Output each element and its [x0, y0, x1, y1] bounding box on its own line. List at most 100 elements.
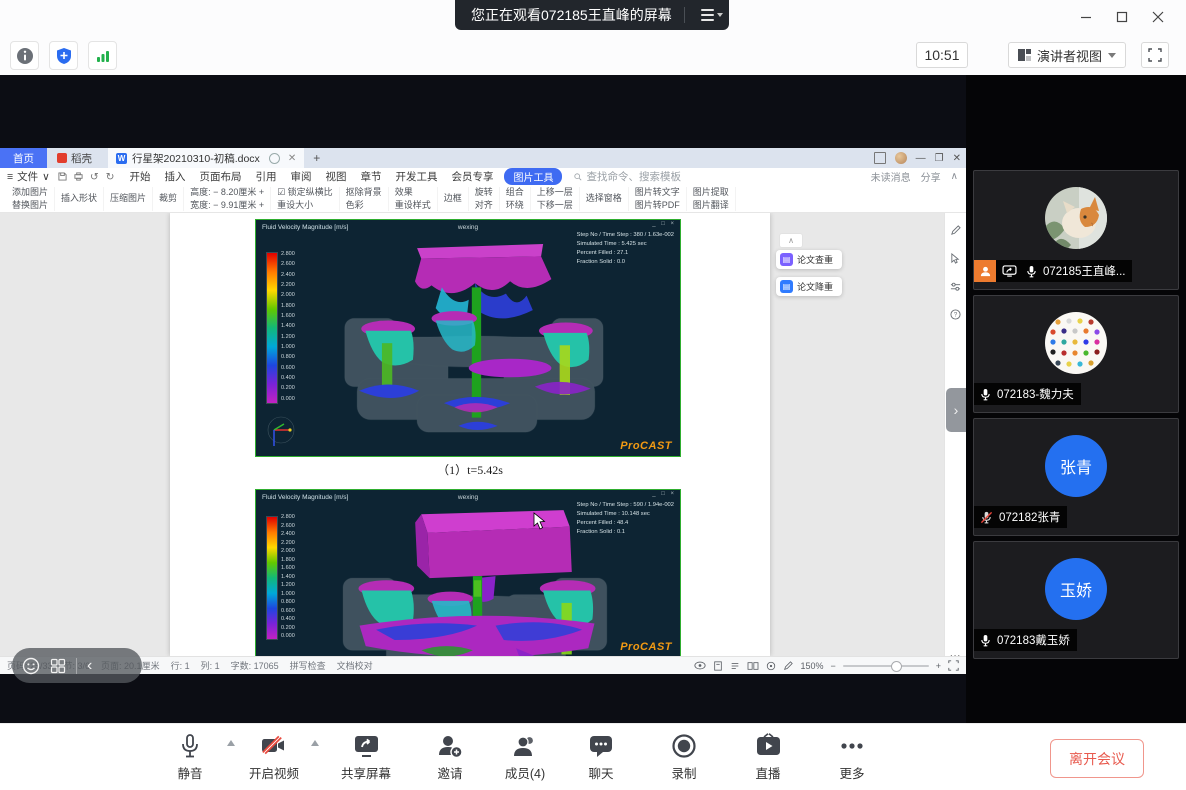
meeting-info-button[interactable] [10, 41, 39, 70]
start-video-button[interactable]: 开启视频 [238, 732, 310, 782]
ribbon-collapse-icon[interactable]: ∧ [951, 171, 958, 182]
menu-item[interactable]: 审阅 [283, 169, 318, 184]
apps-icon[interactable] [50, 658, 66, 674]
chat-button[interactable]: 聊天 [566, 732, 636, 782]
collapse-left-icon[interactable]: ‹ [87, 657, 92, 675]
live-button[interactable]: 直播 [732, 732, 804, 782]
ribbon-item[interactable]: 旋转 对齐 [469, 187, 500, 211]
ribbon-item[interactable]: 图片转文字 图片转PDF [629, 187, 687, 211]
network-quality-button[interactable] [88, 41, 117, 70]
ribbon-item[interactable]: 抠除背景 色彩 [340, 187, 389, 211]
menubar-right-item[interactable]: 未读消息 [871, 169, 911, 184]
reaction-overlay-bar[interactable]: ‹ [12, 648, 142, 683]
meeting-menu-button[interactable] [695, 0, 729, 30]
status-item[interactable]: 文档校对 [337, 659, 373, 672]
more-tools-icon[interactable]: ⋯ [950, 649, 962, 656]
print-icon[interactable] [74, 172, 83, 181]
ribbon-item[interactable]: 图片提取 图片翻译 [687, 187, 736, 211]
invite-button[interactable]: 邀请 [418, 732, 482, 782]
more-button[interactable]: 更多 [816, 732, 888, 782]
ribbon-item[interactable]: 添加图片 替换图片 [6, 187, 55, 211]
menu-item[interactable]: 开发工具 [388, 169, 444, 184]
focus-view-icon[interactable] [766, 661, 776, 671]
multipage-view-icon[interactable] [747, 661, 759, 671]
wps-user-avatar[interactable] [895, 152, 907, 164]
participant-tile-1[interactable]: 072185王直峰... [973, 170, 1179, 290]
leave-meeting-button[interactable]: 离开会议 [1050, 739, 1144, 778]
fit-page-icon[interactable] [948, 660, 959, 671]
ribbon-item[interactable]: 裁剪 [153, 187, 184, 211]
ribbon-item[interactable]: 压缩图片 [104, 187, 153, 211]
ribbon-item[interactable]: 插入形状 [55, 187, 104, 211]
save-icon[interactable] [58, 172, 67, 181]
eye-protect-icon[interactable] [694, 661, 706, 670]
ribbon-item[interactable]: ☑ 锁定纵横比 重设大小 [271, 187, 340, 211]
ribbon-item[interactable]: 上移一层 下移一层 [531, 187, 580, 211]
wps-restore-button[interactable]: ❐ [935, 153, 944, 164]
procast-image-2[interactable]: Fluid Velocity Magnitude [m/s] wexing _ … [255, 489, 681, 656]
undo-icon[interactable]: ↺ [90, 171, 99, 183]
members-button[interactable]: 成员(4) [490, 732, 560, 782]
status-item[interactable]: 列: 1 [201, 659, 220, 672]
redo-icon[interactable]: ↻ [106, 171, 115, 183]
ribbon-item[interactable]: 组合 环绕 [500, 187, 531, 211]
sidebar-collapse-handle[interactable]: › [946, 388, 966, 432]
picture-tools-tab[interactable]: 图片工具 [504, 168, 562, 185]
wps-minimize-button[interactable]: — [916, 153, 926, 164]
ribbon-item[interactable]: 效果 重设样式 [389, 187, 438, 211]
wps-docer-tab[interactable]: 稻壳 [47, 151, 102, 166]
participant-tile-4[interactable]: 玉娇 072183戴玉娇 [973, 541, 1179, 659]
select-tool-icon[interactable] [950, 253, 961, 264]
adjust-tool-icon[interactable] [950, 281, 961, 292]
menubar-right-item[interactable]: 分享 [921, 169, 941, 184]
pen-tool-icon[interactable] [950, 225, 961, 236]
menu-item[interactable]: 会员专享 [444, 169, 500, 184]
menu-item[interactable]: 插入 [157, 169, 192, 184]
ribbon-item[interactable]: 高度: − 8.20厘米 + 宽度: − 9.91厘米 + [184, 187, 271, 211]
collaborate-icon[interactable] [874, 152, 886, 164]
minimize-button[interactable] [1068, 4, 1104, 30]
paper-rewrite-button[interactable]: ▤ 论文降重 [776, 277, 842, 296]
procast-image-1[interactable]: Fluid Velocity Magnitude [m/s] wexing _ … [255, 219, 681, 457]
participant-tile-2[interactable]: 072183-魏力夫 [973, 295, 1179, 413]
close-button[interactable] [1140, 4, 1176, 30]
float-tools-collapse-button[interactable]: ∧ [779, 233, 803, 248]
share-screen-button[interactable]: 共享屏幕 [326, 732, 406, 782]
menu-item[interactable]: 视图 [318, 169, 353, 184]
smiley-icon[interactable] [22, 657, 40, 675]
participant-tile-3[interactable]: 张青 072182张青 [973, 418, 1179, 536]
mute-button[interactable]: 静音 [158, 732, 222, 782]
ribbon-item[interactable]: 边框 [438, 187, 469, 211]
wps-close-button[interactable]: ✕ [953, 153, 961, 164]
page-view-icon[interactable] [713, 661, 723, 671]
menu-item[interactable]: 章节 [353, 169, 388, 184]
ribbon-item[interactable]: 选择窗格 [580, 187, 629, 211]
view-mode-selector[interactable]: 演讲者视图 [1008, 42, 1126, 68]
status-item[interactable]: 拼写检查 [290, 659, 326, 672]
zoom-slider-thumb[interactable] [891, 661, 902, 672]
help-icon[interactable]: ? [950, 309, 961, 320]
zoom-level[interactable]: 150% [800, 661, 823, 671]
maximize-button[interactable] [1104, 4, 1140, 30]
security-button[interactable] [49, 41, 78, 70]
zoom-in-button[interactable]: + [936, 661, 941, 671]
paper-check-button[interactable]: ▤ 论文查重 [776, 250, 842, 269]
status-item[interactable]: 字数: 17065 [231, 659, 279, 672]
fullscreen-button[interactable] [1141, 42, 1169, 68]
outline-view-icon[interactable] [730, 661, 740, 671]
wps-file-menu[interactable]: ≡ 文件 ∨ [7, 169, 50, 184]
mic-options-chevron[interactable] [227, 740, 235, 746]
tab-close-icon[interactable]: ✕ [288, 153, 296, 164]
new-tab-button[interactable]: + [313, 151, 320, 165]
menu-item[interactable]: 引用 [248, 169, 283, 184]
wps-command-search[interactable]: 查找命令、搜索模板 [574, 169, 681, 184]
record-button[interactable]: 录制 [648, 732, 720, 782]
video-options-chevron[interactable] [311, 740, 319, 746]
wps-document-tab[interactable]: W 行星架20210310-初稿.docx ✕ [108, 148, 304, 168]
wps-home-tab[interactable]: 首页 [0, 148, 47, 168]
status-item[interactable]: 行: 1 [171, 659, 190, 672]
menu-item[interactable]: 开始 [122, 169, 157, 184]
zoom-slider[interactable] [843, 665, 929, 667]
zoom-out-button[interactable]: − [830, 661, 835, 671]
ink-pen-icon[interactable] [783, 661, 793, 671]
